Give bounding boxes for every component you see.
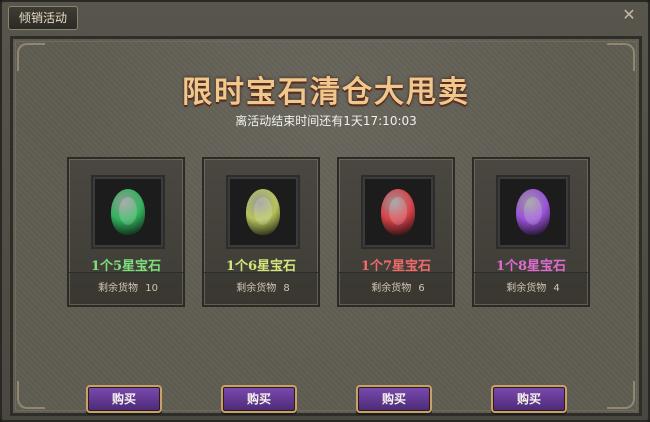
buy-button[interactable]: 购买 bbox=[356, 385, 432, 413]
stock-label: 剩余货物 bbox=[506, 283, 547, 294]
stock-label: 剩余货物 bbox=[371, 283, 412, 294]
gem-frame bbox=[91, 175, 165, 249]
stock-label: 剩余货物 bbox=[236, 283, 277, 294]
buy-button[interactable]: 购买 bbox=[491, 385, 567, 413]
stock-count: 4 bbox=[553, 283, 560, 294]
buy-button[interactable]: 购买 bbox=[86, 385, 162, 413]
dialog-tab: 倾销活动 bbox=[8, 6, 79, 30]
gem-frame bbox=[496, 175, 570, 249]
stock-label: 剩余货物 bbox=[98, 283, 139, 294]
gem-offer-card: 1个8星宝石 剩余货物 4 bbox=[472, 157, 590, 307]
corner-ornament bbox=[17, 381, 45, 409]
stock-count: 6 bbox=[418, 283, 425, 294]
stock-row: 剩余货物 8 bbox=[204, 272, 318, 305]
close-icon[interactable]: ✕ bbox=[620, 6, 638, 24]
gem-icon bbox=[246, 189, 280, 235]
dialog-window: 倾销活动 ✕ 限时宝石清仓大甩卖 离活动结束时间还有1天17:10:03 1个5… bbox=[0, 0, 650, 422]
stock-row: 剩余货物 6 bbox=[339, 272, 453, 305]
gem-icon bbox=[516, 189, 550, 235]
stock-row: 剩余货物 10 bbox=[69, 272, 183, 305]
countdown-text: 离活动结束时间还有1天17:10:03 bbox=[235, 114, 417, 128]
gem-frame bbox=[361, 175, 435, 249]
event-title: 限时宝石清仓大甩卖 bbox=[182, 75, 470, 110]
gem-offer-card: 1个6星宝石 剩余货物 8 bbox=[202, 157, 320, 307]
dialog-tab-label: 倾销活动 bbox=[19, 11, 68, 25]
stock-count: 10 bbox=[145, 283, 158, 294]
gem-offer-card: 1个7星宝石 剩余货物 6 bbox=[337, 157, 455, 307]
gem-icon bbox=[111, 189, 145, 235]
gem-offer-card: 1个5星宝石 剩余货物 10 bbox=[67, 157, 185, 307]
stock-count: 8 bbox=[283, 283, 290, 294]
corner-ornament bbox=[607, 381, 635, 409]
gem-frame bbox=[226, 175, 300, 249]
gem-icon bbox=[381, 189, 415, 235]
stock-row: 剩余货物 4 bbox=[474, 272, 588, 305]
buy-button[interactable]: 购买 bbox=[221, 385, 297, 413]
event-panel: 限时宝石清仓大甩卖 离活动结束时间还有1天17:10:03 1个5星宝石 剩余货… bbox=[10, 36, 642, 416]
